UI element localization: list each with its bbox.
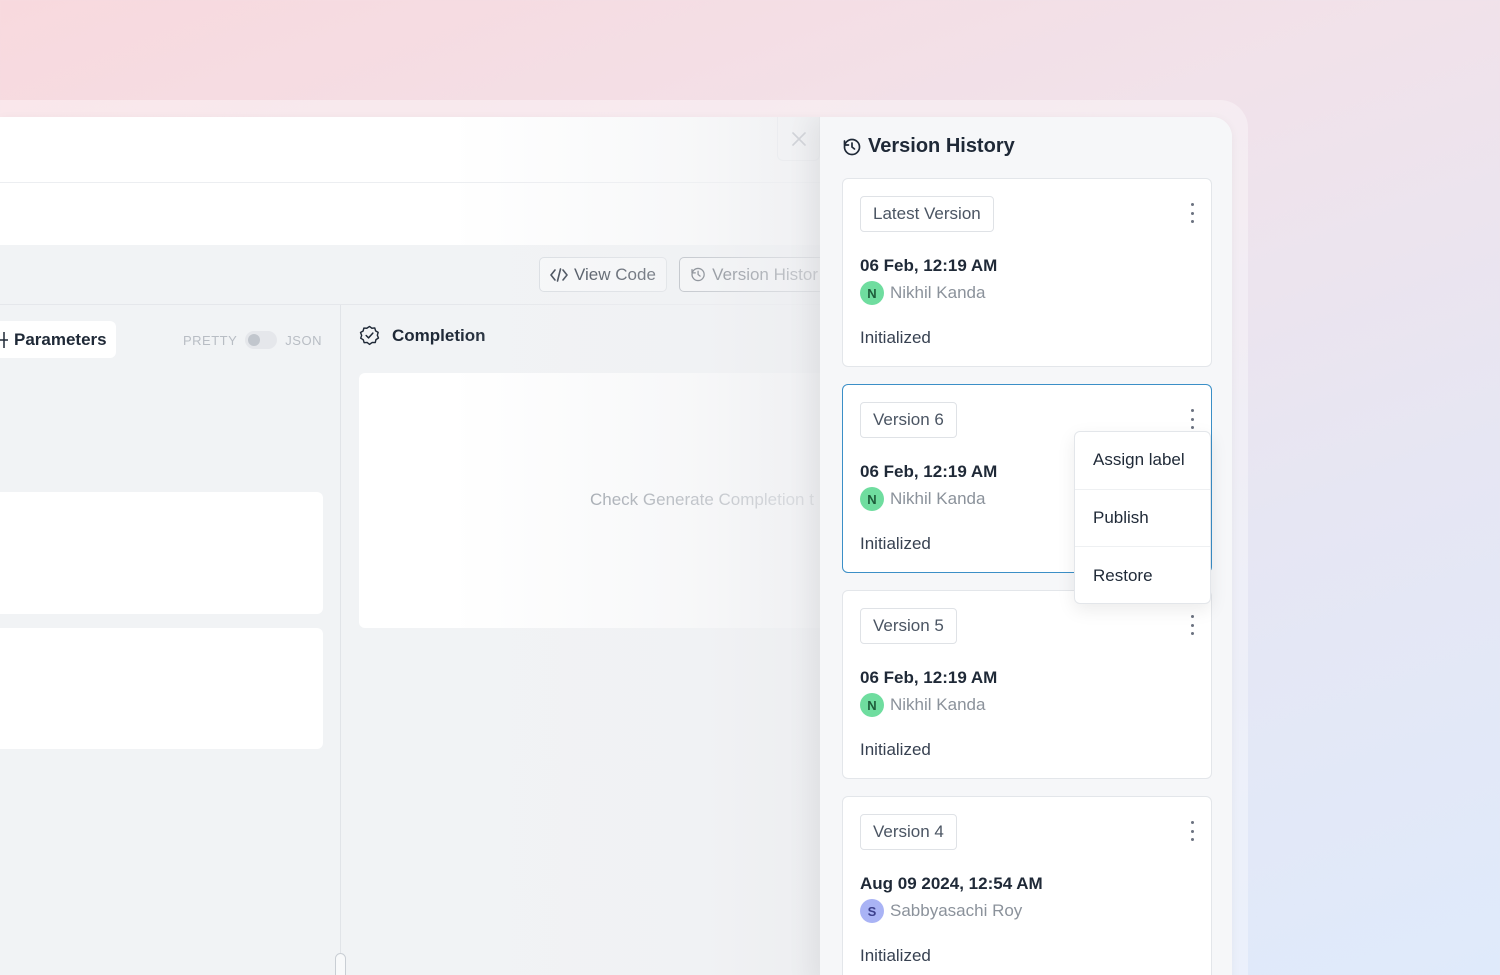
version-history-button[interactable]: Version Histor <box>679 257 829 292</box>
history-title: Version History <box>868 135 1015 157</box>
completion-title: Completion <box>392 325 486 345</box>
version-card[interactable]: Version 5 06 Feb, 12:19 AM N Nikhil Kand… <box>842 590 1212 779</box>
sub-header <box>0 183 820 245</box>
avatar: N <box>860 281 884 305</box>
pretty-label: PRETTY <box>183 332 238 348</box>
menu-item-assign-label[interactable]: Assign label <box>1075 432 1210 490</box>
completion-hint: Check Generate Completion t <box>590 490 814 509</box>
version-date: 06 Feb, 12:19 AM <box>860 256 998 275</box>
version-author: N Nikhil Kanda <box>860 281 985 305</box>
version-note: Initialized <box>860 946 931 965</box>
history-header: Version History <box>842 135 1015 158</box>
json-label: JSON <box>285 332 322 348</box>
close-button[interactable] <box>777 117 820 161</box>
version-date: Aug 09 2024, 12:54 AM <box>860 874 1043 893</box>
avatar: N <box>860 693 884 717</box>
sliders-icon <box>0 331 8 348</box>
author-name: Nikhil Kanda <box>890 695 986 714</box>
kebab-menu-icon[interactable] <box>1189 203 1195 223</box>
avatar: S <box>860 899 884 923</box>
version-history-label: Version Histor <box>712 264 818 284</box>
version-note: Initialized <box>860 740 931 759</box>
kebab-menu-icon[interactable] <box>1189 615 1195 635</box>
version-badge: Version 5 <box>860 608 957 644</box>
history-icon <box>843 138 861 155</box>
workspace: Parameters PRETTY JSON Completion Check … <box>0 305 829 975</box>
avatar: N <box>860 487 884 511</box>
view-code-label: View Code <box>574 264 656 284</box>
app-window: View Code Version Histor Parameters PRET… <box>0 117 1232 975</box>
parameter-card[interactable] <box>0 628 323 749</box>
completion-output: Check Generate Completion t <box>359 373 829 628</box>
parameters-pane: Parameters PRETTY JSON <box>0 305 341 975</box>
parameters-tab-label: Parameters <box>14 329 107 349</box>
close-icon <box>791 131 806 146</box>
completion-header: Completion <box>359 325 486 346</box>
top-bar <box>0 117 820 183</box>
code-icon <box>550 267 568 282</box>
version-badge: Version 4 <box>860 814 957 850</box>
version-card[interactable]: Version 4 Aug 09 2024, 12:54 AM S Sabbya… <box>842 796 1212 975</box>
editor-area: View Code Version Histor Parameters PRET… <box>0 117 829 975</box>
version-note: Initialized <box>860 534 931 553</box>
version-note: Initialized <box>860 328 931 347</box>
author-name: Nikhil Kanda <box>890 283 986 302</box>
version-badge: Version 6 <box>860 402 957 438</box>
version-author: S Sabbyasachi Roy <box>860 899 1022 923</box>
version-actions-menu: Assign label Publish Restore <box>1074 431 1211 604</box>
version-card[interactable]: Latest Version 06 Feb, 12:19 AM N Nikhil… <box>842 178 1212 367</box>
completion-pane: Completion Check Generate Completion t <box>341 305 829 975</box>
view-code-button[interactable]: View Code <box>539 257 667 292</box>
parameters-tab[interactable]: Parameters <box>0 321 116 358</box>
version-author: N Nikhil Kanda <box>860 487 985 511</box>
menu-item-publish[interactable]: Publish <box>1075 490 1210 548</box>
kebab-menu-icon[interactable] <box>1189 821 1195 841</box>
format-toggle[interactable] <box>245 331 278 349</box>
toolbar: View Code Version Histor <box>0 245 829 305</box>
menu-item-restore[interactable]: Restore <box>1075 547 1210 605</box>
history-icon <box>691 267 705 282</box>
parameter-card[interactable] <box>0 492 323 614</box>
kebab-menu-icon[interactable] <box>1189 409 1195 429</box>
completion-badge-icon <box>359 325 380 346</box>
author-name: Sabbyasachi Roy <box>890 901 1023 920</box>
author-name: Nikhil Kanda <box>890 489 986 508</box>
format-toggle-group: PRETTY JSON <box>183 331 322 349</box>
version-date: 06 Feb, 12:19 AM <box>860 462 998 481</box>
version-date: 06 Feb, 12:19 AM <box>860 668 998 687</box>
version-author: N Nikhil Kanda <box>860 693 985 717</box>
version-badge: Latest Version <box>860 196 994 232</box>
